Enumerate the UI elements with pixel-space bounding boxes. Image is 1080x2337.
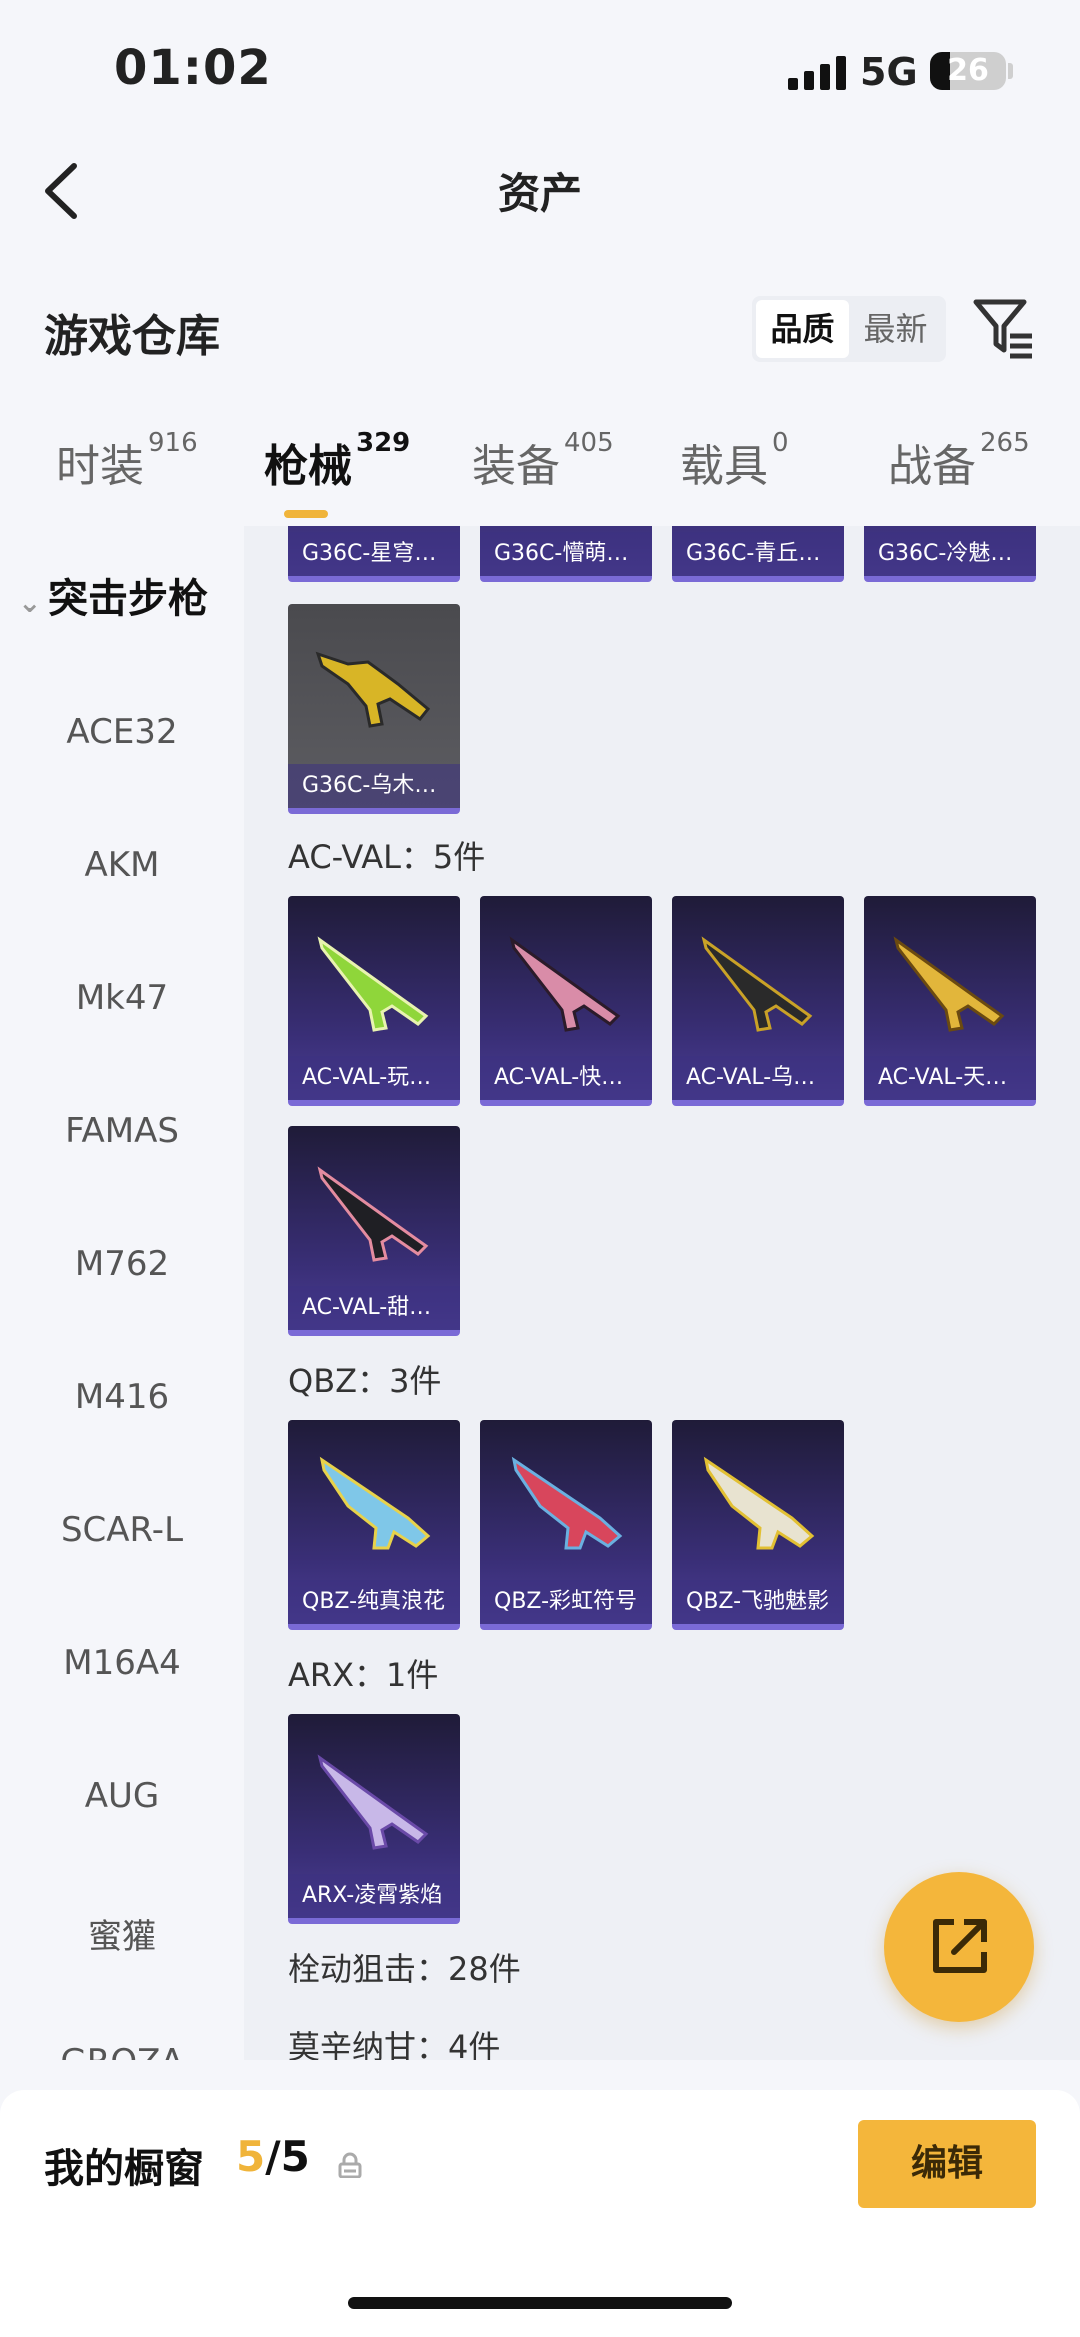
skin-name: QBZ-飞驰魅影	[672, 1580, 844, 1624]
skin-card[interactable]: AC-VAL-快…	[480, 896, 652, 1106]
chevron-down-icon: ⌄	[18, 586, 42, 619]
skin-card[interactable]: G36C-懵萌…	[480, 526, 652, 582]
skin-name: G36C-冷魅…	[864, 532, 1036, 576]
skin-card[interactable]: G36C-冷魅…	[864, 526, 1036, 582]
sidebar-item[interactable]: M416	[0, 1377, 244, 1417]
tab-supplies[interactable]: 战备 265	[888, 428, 1030, 494]
rifle-icon	[317, 936, 429, 1032]
sidebar-item[interactable]: FAMAS	[0, 1111, 244, 1151]
weapon-sidebar: ⌄ 突击步枪 ACE32 AKM Mk47 FAMAS M762 M416 SCA…	[0, 526, 244, 2060]
skin-name: G36C-懵萌…	[480, 532, 652, 576]
skin-card[interactable]: ARX-凌霄紫焰	[288, 1714, 460, 1924]
nav-bar: 资产	[0, 140, 1080, 240]
sidebar-item[interactable]: SCAR-L	[0, 1510, 244, 1550]
rifle-icon	[893, 936, 1005, 1032]
group-title: QBZ：3件	[288, 1362, 442, 1400]
status-bar: 01:02 5G 26	[0, 0, 1080, 140]
home-indicator[interactable]	[348, 2297, 732, 2309]
skin-card[interactable]: AC-VAL-甜…	[288, 1126, 460, 1336]
skin-name: AC-VAL-乌…	[672, 1056, 844, 1100]
sidebar-item[interactable]: AKM	[0, 845, 244, 885]
rifle-icon	[319, 1456, 431, 1550]
tab-vehicles[interactable]: 载具 0	[680, 428, 789, 494]
rifle-icon	[511, 1456, 623, 1550]
sidebar-item[interactable]: M16A4	[0, 1643, 244, 1683]
sort-quality-button[interactable]: 品质	[756, 300, 849, 358]
sidebar-heading[interactable]: ⌄ 突击步枪	[18, 566, 208, 624]
skin-card[interactable]: QBZ-纯真浪花	[288, 1420, 460, 1630]
group-title: 莫辛纳甘：4件	[288, 2028, 501, 2060]
showcase-count: 5/5	[236, 2132, 310, 2181]
rifle-icon	[701, 936, 813, 1032]
battery-icon: 26	[930, 52, 1006, 90]
sidebar-item[interactable]: ACE32	[0, 712, 244, 752]
skin-card[interactable]: G36C-星穹…	[288, 526, 460, 582]
weapon-grid: G36C-星穹… G36C-懵萌… G36C-青丘… G36C-冷魅… G36C…	[244, 526, 1080, 2060]
tab-active-indicator	[284, 510, 328, 518]
group-title: AC-VAL：5件	[288, 838, 486, 876]
rifle-icon	[703, 1456, 815, 1550]
page-title: 资产	[497, 169, 582, 218]
rifle-icon	[509, 936, 621, 1032]
skin-name: AC-VAL-快…	[480, 1056, 652, 1100]
skin-name: G36C-青丘…	[672, 532, 844, 576]
group-title: 栓动狙击：28件	[288, 1950, 521, 1988]
skin-card[interactable]: AC-VAL-乌…	[672, 896, 844, 1106]
warehouse-title: 游戏仓库	[44, 311, 220, 362]
skin-card[interactable]: G36C-乌木…	[288, 604, 460, 814]
sidebar-item[interactable]: 蜜獾	[0, 1909, 244, 1958]
sort-latest-button[interactable]: 最新	[849, 300, 942, 358]
sidebar-item[interactable]: AUG	[0, 1776, 244, 1816]
skin-card[interactable]: AC-VAL-天…	[864, 896, 1036, 1106]
skin-name: AC-VAL-玩…	[288, 1056, 460, 1100]
sort-toggle: 品质 最新	[752, 296, 946, 362]
skin-card[interactable]: QBZ-飞驰魅影	[672, 1420, 844, 1630]
skin-name: G36C-星穹…	[288, 532, 460, 576]
sidebar-item[interactable]: GROZA	[0, 2042, 244, 2060]
skin-card[interactable]: AC-VAL-玩…	[288, 896, 460, 1106]
status-time: 01:02	[114, 40, 272, 96]
share-icon	[933, 1919, 987, 1973]
network-type: 5G	[860, 50, 918, 94]
filter-icon[interactable]	[972, 296, 1036, 360]
sidebar-item[interactable]: M762	[0, 1244, 244, 1284]
category-tabs: 时装 916 枪械 329 装备 405 载具 0 战备 265	[0, 428, 1080, 526]
skin-name: QBZ-彩虹符号	[480, 1580, 652, 1624]
skin-card[interactable]: G36C-青丘…	[672, 526, 844, 582]
battery-tip	[1008, 63, 1013, 79]
rifle-icon	[315, 651, 431, 728]
tab-fashion[interactable]: 时装 916	[56, 428, 198, 494]
skin-name: ARX-凌霄紫焰	[288, 1874, 460, 1918]
sidebar-item[interactable]: Mk47	[0, 978, 244, 1018]
rifle-icon	[317, 1166, 429, 1262]
skin-name: G36C-乌木…	[288, 764, 460, 808]
rifle-icon	[317, 1754, 429, 1850]
share-button[interactable]	[884, 1872, 1034, 2022]
skin-name: QBZ-纯真浪花	[288, 1580, 460, 1624]
signal-icon	[788, 56, 848, 90]
showcase-label: 我的橱窗	[44, 2146, 204, 2192]
group-title: ARX：1件	[288, 1656, 439, 1694]
tab-equipment[interactable]: 装备 405	[472, 428, 614, 494]
tab-firearms[interactable]: 枪械 329	[264, 428, 410, 494]
skin-card[interactable]: QBZ-彩虹符号	[480, 1420, 652, 1630]
skin-name: AC-VAL-天…	[864, 1056, 1036, 1100]
lock-icon	[338, 2152, 362, 2179]
battery-level: 26	[947, 53, 989, 88]
skin-name: AC-VAL-甜…	[288, 1286, 460, 1330]
edit-button[interactable]: 编辑	[858, 2120, 1036, 2208]
